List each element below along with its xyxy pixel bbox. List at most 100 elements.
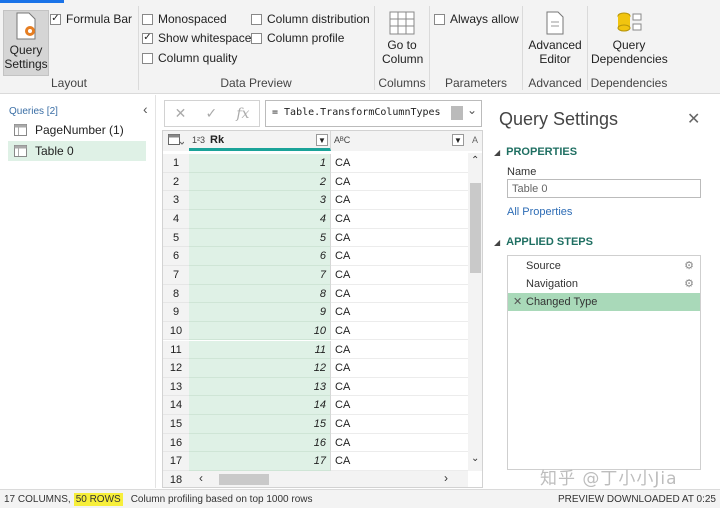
cell-rk[interactable]: 9	[189, 303, 331, 322]
scroll-up-icon[interactable]: ⌃	[471, 155, 479, 166]
delete-step-icon[interactable]: ✕	[513, 293, 522, 311]
column-profile-checkbox[interactable]: Column profile	[251, 31, 344, 45]
cell-rk[interactable]: 6	[189, 247, 331, 266]
gear-icon[interactable]: ⚙	[684, 257, 694, 275]
query-item-pagenumber[interactable]: PageNumber (1)	[8, 120, 146, 140]
monospaced-checkbox[interactable]: Monospaced	[142, 12, 227, 26]
row-number[interactable]: 2	[163, 172, 189, 192]
cell-rk[interactable]: 10	[189, 321, 331, 341]
step-source[interactable]: Source ⚙	[508, 257, 700, 275]
status-profiling[interactable]: Column profiling based on top 1000 rows	[131, 494, 313, 505]
scroll-right-icon[interactable]: ›	[444, 471, 448, 485]
vertical-scroll-thumb[interactable]	[470, 183, 481, 273]
advanced-editor-button[interactable]: Advanced Editor	[526, 10, 584, 66]
step-changed-type[interactable]: ✕ Changed Type	[508, 293, 700, 311]
cell-rk[interactable]: 12	[189, 359, 331, 378]
cell-state[interactable]: CA	[331, 359, 468, 378]
horizontal-scroll-thumb[interactable]	[219, 474, 269, 485]
go-to-column-button[interactable]: Go to Column	[379, 10, 425, 66]
expand-chevron-down-icon[interactable]: ⌄	[467, 103, 477, 117]
show-whitespace-checkbox[interactable]: ✓ Show whitespace	[142, 31, 251, 45]
formula-bar-checkbox[interactable]: ✓ Formula Bar	[50, 12, 132, 26]
step-navigation[interactable]: Navigation ⚙	[508, 275, 700, 293]
cell-state[interactable]: CA	[331, 229, 468, 248]
column-header-state[interactable]: AᴮC ▼	[331, 131, 468, 151]
scroll-left-icon[interactable]: ‹	[199, 471, 203, 485]
row-number[interactable]: 14	[163, 396, 189, 416]
row-number[interactable]: 12	[163, 359, 189, 378]
cell-rk[interactable]: 13	[189, 377, 331, 397]
cell-rk[interactable]: 14	[189, 396, 331, 416]
row-number[interactable]: 9	[163, 303, 189, 322]
commit-check-icon[interactable]: ✓	[205, 105, 217, 122]
cancel-icon[interactable]: ✕	[175, 105, 187, 122]
row-number[interactable]: 15	[163, 415, 189, 434]
cell-state[interactable]: CA	[331, 191, 468, 210]
properties-section[interactable]: ◢ PROPERTIES	[494, 146, 577, 158]
row-number[interactable]: 16	[163, 433, 189, 453]
filter-dropdown-icon[interactable]: ▼	[316, 134, 328, 146]
cell-state[interactable]: CA	[331, 210, 468, 229]
query-settings-button[interactable]: Query Settings	[3, 10, 49, 76]
row-number[interactable]: 5	[163, 228, 189, 248]
always-allow-checkbox[interactable]: Always allow	[434, 12, 519, 26]
column-quality-checkbox[interactable]: Column quality	[142, 51, 237, 65]
query-dependencies-button[interactable]: Query Dependencies	[590, 10, 668, 66]
row-number[interactable]: 6	[163, 247, 189, 266]
column-header-next[interactable]: A	[468, 131, 482, 151]
row-number[interactable]: 17	[163, 452, 189, 472]
fx-icon[interactable]: fx	[236, 106, 249, 122]
cell-state[interactable]: CA	[331, 378, 468, 397]
cell-state[interactable]: CA	[331, 303, 468, 322]
row-number[interactable]: 7	[163, 265, 189, 285]
column-header-rk[interactable]: 1²3 Rk ▼	[189, 131, 331, 151]
cell-state[interactable]: CA	[331, 247, 468, 266]
cell-state[interactable]: CA	[331, 434, 468, 453]
horizontal-scrollbar[interactable]: ‹ ›	[189, 471, 468, 487]
query-item-table-0[interactable]: Table 0	[8, 141, 146, 161]
row-number[interactable]: 3	[163, 191, 189, 210]
cell-state[interactable]: CA	[331, 266, 468, 285]
cell-rk[interactable]: 5	[189, 228, 331, 248]
scroll-down-icon[interactable]: ⌄	[471, 453, 479, 464]
whole-number-type-icon[interactable]: 1²3	[192, 135, 205, 145]
column-distribution-checkbox[interactable]: Column distribution	[251, 12, 370, 26]
cell-rk[interactable]: 1	[189, 154, 331, 173]
row-number[interactable]: 8	[163, 284, 189, 304]
formula-input[interactable]: = Table.TransformColumnTypes	[265, 100, 482, 127]
row-number[interactable]: 1	[163, 154, 189, 173]
cell-rk[interactable]: 15	[189, 415, 331, 434]
cell-rk[interactable]: 11	[189, 340, 331, 360]
row-number[interactable]: 11	[163, 340, 189, 360]
cell-state[interactable]: CA	[331, 396, 468, 416]
table-menu-button[interactable]	[163, 131, 189, 151]
all-properties-link[interactable]: All Properties	[507, 206, 572, 218]
cell-state[interactable]: CA	[331, 173, 468, 192]
row-number[interactable]: 4	[163, 209, 189, 229]
applied-steps-section[interactable]: ◢ APPLIED STEPS	[494, 236, 593, 248]
table-row: 8 8 CA	[163, 284, 468, 304]
cell-rk[interactable]: 16	[189, 433, 331, 453]
collapse-chevron-icon[interactable]: ‹	[143, 101, 148, 117]
cell-state[interactable]: CA	[331, 285, 468, 304]
cell-rk[interactable]: 2	[189, 172, 331, 192]
row-number[interactable]: 10	[163, 321, 189, 341]
cell-state[interactable]: CA	[331, 415, 468, 434]
cell-state[interactable]: CA	[331, 322, 468, 341]
text-type-icon[interactable]: AᴮC	[334, 135, 350, 145]
cell-rk[interactable]: 17	[189, 452, 331, 472]
row-number[interactable]: 18	[163, 471, 189, 487]
cell-rk[interactable]: 3	[189, 191, 331, 210]
vertical-scrollbar[interactable]: ⌃ ⌄	[468, 153, 482, 471]
cell-state[interactable]: CA	[331, 452, 468, 472]
cell-rk[interactable]: 7	[189, 265, 331, 285]
cell-rk[interactable]: 4	[189, 209, 331, 229]
cell-rk[interactable]: 8	[189, 284, 331, 304]
query-name-input[interactable]: Table 0	[507, 179, 701, 198]
filter-dropdown-icon[interactable]: ▼	[452, 134, 464, 146]
cell-state[interactable]: CA	[331, 341, 468, 360]
close-icon[interactable]: ✕	[687, 109, 700, 129]
gear-icon[interactable]: ⚙	[684, 275, 694, 293]
cell-state[interactable]: CA	[331, 154, 468, 173]
row-number[interactable]: 13	[163, 377, 189, 397]
